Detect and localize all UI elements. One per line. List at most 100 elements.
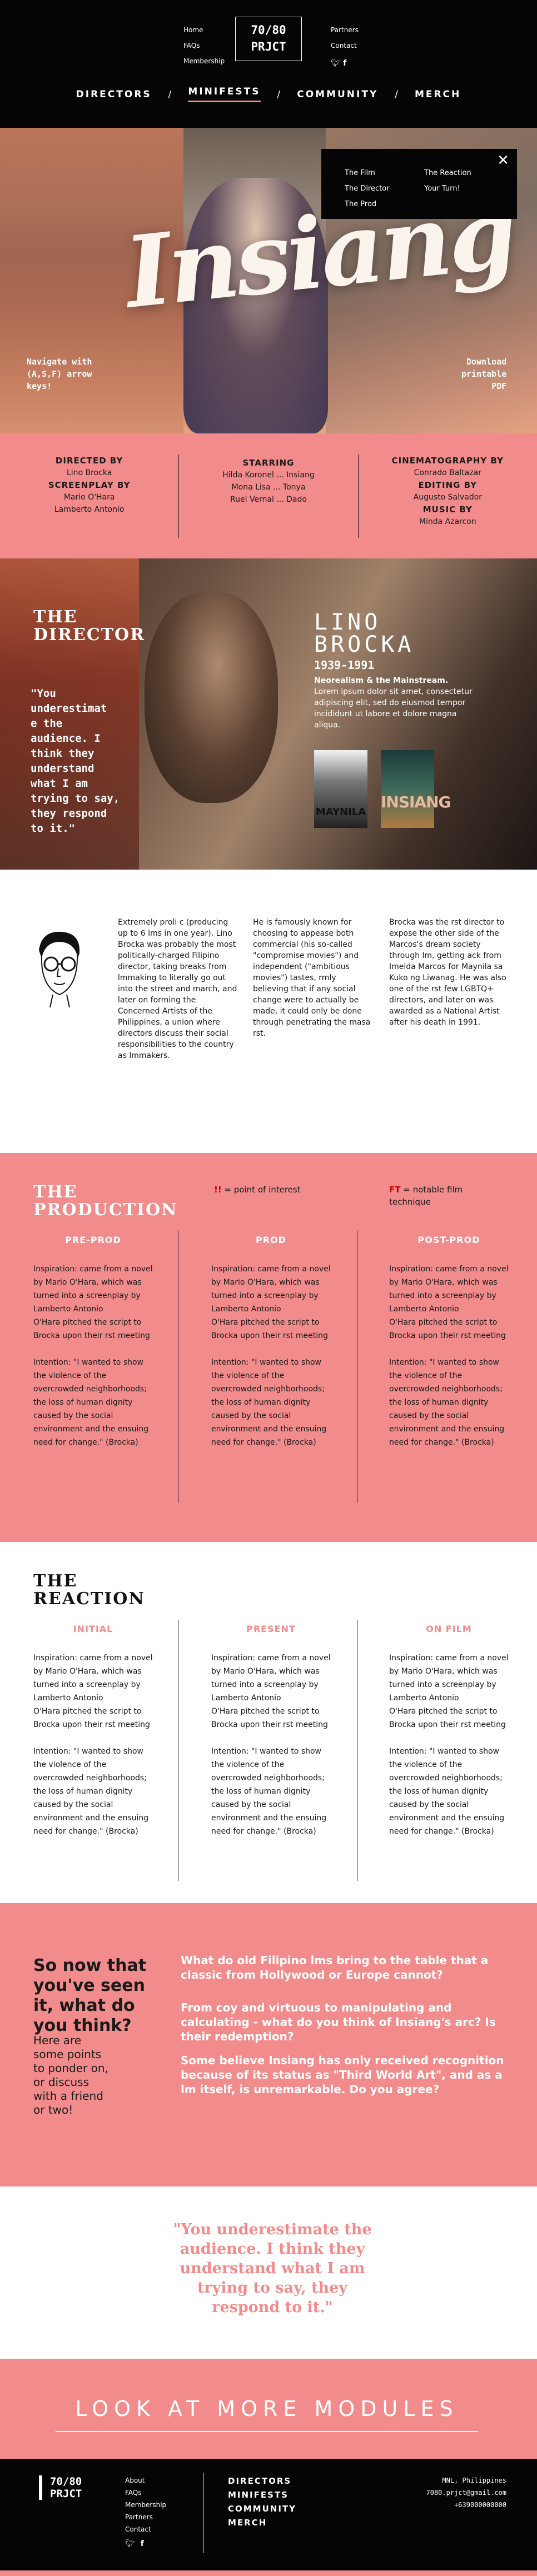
reaction-column-on-film: ON FILM Inspiration: came from a novel b… (389, 1623, 509, 1838)
bio-column: Extremely proli c (producing up to 6 lms… (118, 918, 237, 1060)
credit-heading: MUSIC BY (422, 505, 473, 515)
nav-directors[interactable]: DIRECTORS (76, 89, 152, 100)
footer-contact: MNL, Philippines 7080.prjct@gmail.com +6… (426, 2474, 507, 2511)
nav-link-contact[interactable]: Contact (331, 38, 359, 53)
poster-title: INSIANG (381, 793, 451, 811)
discussion-heading: So now that you've seen it, what do you … (33, 1956, 147, 2035)
column-body: Inspiration: came from a novel by Mario … (33, 1265, 153, 1447)
menu-item-prod[interactable]: The Prod (345, 197, 390, 212)
credit-name: Lamberto Antonio (54, 505, 125, 514)
facebook-icon[interactable]: f (343, 59, 346, 68)
twitter-icon[interactable]: 🐦︎ (125, 2538, 135, 2550)
footer-nav-community[interactable]: COMMUNITY (228, 2502, 296, 2516)
nav-merch[interactable]: MERCH (415, 89, 461, 100)
credit-heading: DIRECTED BY (55, 456, 123, 466)
menu-item-reaction[interactable]: The Reaction (424, 166, 471, 181)
credits-column: DIRECTED BY Lino Brocka SCREENPLAY BY Ma… (0, 455, 180, 538)
footer-location: MNL, Philippines (442, 2477, 506, 2484)
footer-link-contact[interactable]: Contact (125, 2523, 166, 2535)
more-modules-link[interactable]: LOOK AT MORE MODULES (56, 2395, 478, 2423)
menu-item-your-turn[interactable]: Your Turn! (424, 181, 471, 197)
prod-column-postprod: POST-PROD Inspiration: came from a novel… (389, 1234, 509, 1449)
nav-link-membership[interactable]: Membership (183, 53, 225, 69)
footer-email[interactable]: 7080.prjct@gmail.com (426, 2487, 507, 2499)
nav-minifests[interactable]: MINIFESTS (188, 86, 261, 102)
discussion-question: What do old Filipino lms bring to the ta… (181, 1954, 489, 1981)
navigate-hint: Navigate with (A,S,F) arrow keys! (27, 357, 92, 391)
discussion-question: Some believe Insiang has only received r… (181, 2054, 504, 2096)
footer-link-faqs[interactable]: FAQs (125, 2487, 166, 2499)
column-body: Inspiration: came from a novel by Mario … (211, 1654, 331, 1836)
prod-column-preprod: PRE-PROD Inspiration: came from a novel … (33, 1234, 153, 1449)
credits-column: CINEMATOGRAPHY BY Conrado Baltazar EDITI… (359, 455, 537, 538)
menu-item-director[interactable]: The Director (345, 181, 390, 197)
film-credits: DIRECTED BY Lino Brocka SCREENPLAY BY Ma… (0, 433, 537, 558)
site-header: Home FAQs Membership 70/80 PRJCT Partner… (0, 0, 537, 128)
director-description: Neorealism & the Mainstream. Lorem ipsum… (314, 675, 475, 731)
more-modules-section: LOOK AT MORE MODULES (0, 2359, 537, 2459)
footer-nav-directors[interactable]: DIRECTORS (228, 2474, 296, 2488)
footer-link-membership[interactable]: Membership (125, 2499, 166, 2511)
credits-column: STARRING Hilda Koronel ... Insiang Mona … (179, 455, 359, 538)
credit-heading: EDITING BY (418, 480, 478, 490)
reaction-section: THE REACTION INITIAL Inspiration: came f… (0, 1542, 537, 1903)
director-blurb: Lorem ipsum dolor sit amet, consectetur … (314, 687, 473, 730)
director-quote: "You underestimat e the audience. I thin… (31, 687, 120, 835)
legend-text: = point of interest (224, 1185, 301, 1195)
pull-quote: "You underestimate the audience. I think… (173, 2221, 372, 2316)
footer-nav-merch[interactable]: MERCH (228, 2516, 296, 2530)
director-bio: Extremely proli c (producing up to 6 lms… (0, 870, 537, 1153)
legend-text: = notable film technique (389, 1185, 463, 1207)
prod-column-prod: PROD Inspiration: came from a novel by M… (211, 1234, 331, 1449)
footer-link-about[interactable]: About (125, 2474, 166, 2487)
director-photo (145, 592, 278, 803)
main-nav: DIRECTORS / MINIFESTS / COMMUNITY / MERC… (0, 86, 537, 102)
poster-insiang[interactable]: INSIANG (381, 750, 451, 828)
close-icon[interactable]: ✕ (497, 153, 509, 168)
footer-logo[interactable]: 70/80 PRJCT (39, 2475, 82, 2500)
download-pdf-link[interactable]: Download printable PDF (461, 356, 506, 392)
bio-column: He is famously known for choosing to app… (253, 918, 371, 1038)
credit-name: Ruel Vernal ... Dado (230, 495, 307, 504)
footer-nav-minifests[interactable]: MINIFESTS (228, 2488, 296, 2502)
discussion-question: From coy and virtuous to manipulating an… (181, 2001, 496, 2043)
production-section: THE PRODUCTION !! = point of interest FT… (0, 1153, 537, 1542)
discussion-subtitle: Here are some points to ponder on, or di… (33, 2034, 108, 2116)
credit-name: Mona Lisa ... Tonya (231, 483, 306, 492)
credit-name: Augusto Salvador (413, 493, 483, 502)
credit-heading: CINEMATOGRAPHY BY (391, 456, 504, 466)
underline (56, 2431, 478, 2432)
footer-link-partners[interactable]: Partners (125, 2511, 166, 2523)
poster-title: MAYNILA (315, 806, 366, 818)
nav-link-home[interactable]: Home (183, 22, 225, 38)
site-logo[interactable]: 70/80 PRJCT (235, 17, 302, 61)
director-name: LINO BROCKA (314, 610, 415, 657)
director-section: THE DIRECTOR "You underestimat e the aud… (0, 558, 537, 870)
nav-link-faqs[interactable]: FAQs (183, 38, 225, 53)
reaction-column-initial: INITIAL Inspiration: came from a novel b… (33, 1623, 153, 1838)
menu-item-film[interactable]: The Film (345, 166, 390, 181)
credit-name: Conrado Baltazar (414, 468, 481, 477)
legend-mark: !! (214, 1185, 222, 1195)
twitter-icon[interactable]: 🐦︎ (331, 59, 341, 68)
column-heading: INITIAL (73, 1624, 113, 1634)
column-heading: POST-PROD (417, 1235, 480, 1245)
nav-link-partners[interactable]: Partners (331, 22, 359, 38)
column-heading: PROD (256, 1235, 286, 1245)
pull-quote-section: "You underestimate the audience. I think… (0, 2186, 537, 2359)
column-body: Inspiration: came from a novel by Mario … (389, 1265, 509, 1447)
bio-column: Brocka was the rst director to expose th… (389, 918, 506, 1027)
nav-community[interactable]: COMMUNITY (297, 89, 378, 100)
credit-name: Minda Azarcon (419, 517, 476, 526)
footer-links: About FAQs Membership Partners Contact 🐦… (125, 2474, 166, 2550)
footer-phone[interactable]: +639000000000 (426, 2499, 506, 2511)
credit-heading: SCREENPLAY BY (48, 480, 131, 490)
nav-separator: / (277, 88, 281, 100)
poster-maynila[interactable]: MAYNILA (314, 750, 367, 828)
column-body: Inspiration: came from a novel by Mario … (389, 1654, 509, 1836)
header-social: 🐦︎ f (331, 56, 359, 71)
section-menu-popup: ✕ The Film The Director The Prod The Rea… (321, 149, 517, 219)
director-heading: THE DIRECTOR (33, 607, 146, 645)
legend-film-technique: FT = notable film technique (389, 1184, 500, 1208)
facebook-icon[interactable]: f (141, 2538, 144, 2550)
